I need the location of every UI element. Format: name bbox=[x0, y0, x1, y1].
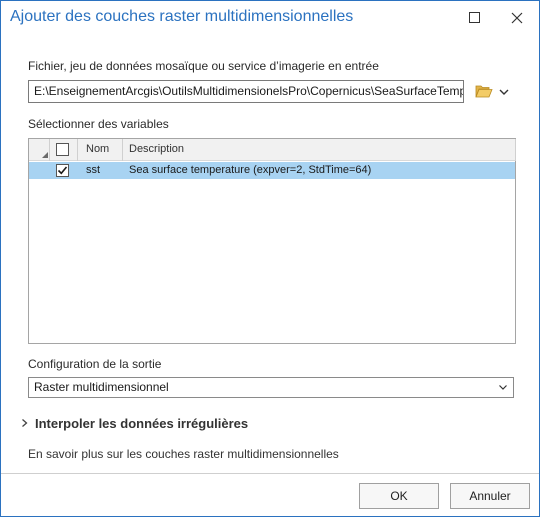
browse-button[interactable] bbox=[475, 83, 493, 99]
title-bar[interactable]: Ajouter des couches raster multidimensio… bbox=[1, 1, 539, 37]
expander-label: Interpoler les données irrégulières bbox=[35, 415, 249, 431]
row-description: Sea surface temperature (expver=2, StdTi… bbox=[129, 164, 372, 176]
add-multidimensional-raster-dialog: Ajouter des couches raster multidimensio… bbox=[0, 0, 540, 517]
maximize-button[interactable] bbox=[452, 1, 498, 34]
input-label: Fichier, jeu de données mosaïque ou serv… bbox=[28, 59, 379, 73]
variables-grid: Nom Description sst Sea surface temperat… bbox=[28, 138, 516, 344]
folder-open-icon bbox=[475, 85, 493, 98]
row-checkbox[interactable] bbox=[56, 164, 69, 177]
column-separator bbox=[122, 139, 123, 161]
select-all-checkbox[interactable] bbox=[56, 143, 69, 156]
variables-label: Sélectionner des variables bbox=[28, 117, 169, 131]
chevron-down-icon bbox=[499, 385, 507, 390]
output-config-select[interactable]: Raster multidimensionnel bbox=[28, 377, 514, 398]
interpolate-expander[interactable]: Interpoler les données irrégulières bbox=[21, 414, 248, 432]
close-icon bbox=[511, 12, 523, 23]
input-dropdown-button[interactable] bbox=[498, 85, 510, 97]
dialog-title: Ajouter des couches raster multidimensio… bbox=[10, 8, 354, 25]
chevron-down-icon bbox=[499, 89, 509, 95]
column-header-description[interactable]: Description bbox=[129, 143, 184, 155]
chevron-right-icon bbox=[22, 419, 28, 427]
maximize-icon bbox=[469, 11, 480, 23]
sort-icon[interactable] bbox=[42, 152, 48, 158]
checkmark-icon bbox=[57, 166, 68, 175]
cancel-button[interactable]: Annuler bbox=[450, 483, 530, 509]
ok-button[interactable]: OK bbox=[359, 483, 439, 509]
output-config-label: Configuration de la sortie bbox=[28, 357, 162, 371]
column-separator bbox=[49, 139, 50, 161]
grid-header: Nom Description bbox=[29, 139, 516, 161]
column-separator bbox=[77, 139, 78, 161]
dialog-footer: OK Annuler bbox=[1, 473, 539, 516]
close-button[interactable] bbox=[494, 1, 540, 34]
column-separator bbox=[515, 139, 516, 161]
input-dataset-field[interactable]: E:\EnseignementArcgis\OutilsMultidimensi… bbox=[28, 80, 464, 103]
output-config-value: Raster multidimensionnel bbox=[34, 380, 169, 394]
row-name: sst bbox=[86, 164, 101, 176]
column-header-name[interactable]: Nom bbox=[86, 143, 109, 155]
help-link[interactable]: En savoir plus sur les couches raster mu… bbox=[28, 447, 339, 461]
table-row[interactable]: sst Sea surface temperature (expver=2, S… bbox=[29, 162, 515, 179]
